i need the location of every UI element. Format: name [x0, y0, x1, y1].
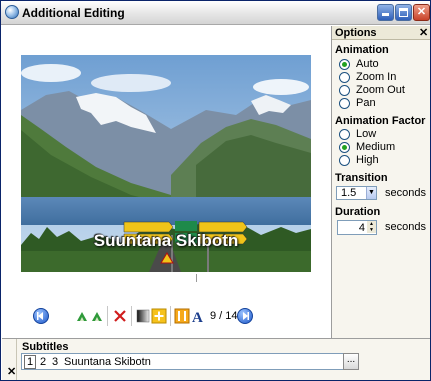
- animation-title: Animation: [335, 44, 389, 56]
- crop-button[interactable]: [174, 308, 190, 324]
- options-title: Options: [335, 27, 377, 39]
- svg-text:A: A: [192, 310, 203, 324]
- delete-icon: [114, 310, 126, 322]
- options-close-icon[interactable]: ✕: [419, 26, 428, 39]
- minimize-icon: [382, 13, 389, 16]
- maximize-icon: [399, 8, 408, 17]
- subtitle-line-1[interactable]: 1: [24, 355, 37, 369]
- radio-icon: [339, 155, 350, 166]
- duration-title: Duration: [335, 206, 381, 218]
- subtitle-line-2[interactable]: 2: [40, 356, 46, 368]
- slide-photo[interactable]: Suuntana Skibotn: [21, 55, 311, 272]
- radio-label: Auto: [356, 58, 379, 70]
- adjust-button[interactable]: [135, 308, 151, 324]
- subtitles-close-icon[interactable]: ✕: [7, 365, 16, 378]
- radio-label: Low: [356, 128, 377, 140]
- subtitle-line-3[interactable]: 3: [52, 356, 58, 368]
- minimize-button[interactable]: [377, 4, 394, 21]
- transition-unit: seconds: [385, 187, 426, 199]
- rotate-right-button[interactable]: [89, 308, 105, 324]
- close-button[interactable]: ✕: [413, 4, 430, 21]
- options-header: Options ✕: [332, 26, 430, 40]
- radio-icon: [339, 72, 350, 83]
- duration-value: 4: [358, 222, 365, 234]
- toolbar-separator: [107, 306, 108, 326]
- radio-label: High: [356, 154, 379, 166]
- preview-area: Suuntana Skibotn A 9 / 14: [2, 26, 330, 338]
- animation-factor-title: Animation Factor: [335, 115, 426, 127]
- previous-slide-button[interactable]: [33, 308, 49, 324]
- radio-label: Pan: [356, 97, 376, 109]
- preview-toolbar: A 9 / 14: [2, 306, 330, 326]
- chevron-down-icon[interactable]: ▼: [366, 187, 376, 199]
- radio-icon: [339, 85, 350, 96]
- rotate-right-icon: [92, 312, 102, 321]
- window-title: Additional Editing: [22, 6, 125, 20]
- maximize-button[interactable]: [395, 4, 412, 21]
- subtitle-input[interactable]: 1 2 3 Suuntana Skibotn: [21, 353, 344, 370]
- slide-counter: 9 / 14: [210, 310, 238, 322]
- radio-selected-icon: [339, 142, 350, 153]
- radio-selected-icon: [339, 59, 350, 70]
- toolbar-separator: [170, 306, 171, 326]
- timeline-marker[interactable]: [196, 274, 197, 282]
- duration-unit: seconds: [385, 221, 426, 233]
- previous-icon: [37, 312, 43, 320]
- toolbar-separator: [131, 306, 132, 326]
- app-icon: [5, 5, 19, 19]
- options-panel: Options ✕ Animation Auto Zoom In Zoom Ou…: [331, 26, 430, 338]
- photo-caption: Suuntana Skibotn: [93, 231, 239, 250]
- radio-label: Zoom Out: [356, 84, 405, 96]
- additional-editing-window: Additional Editing ✕ Suuntana Skibotn A …: [0, 0, 431, 381]
- next-slide-button[interactable]: [237, 308, 253, 324]
- title-bar[interactable]: Additional Editing ✕: [1, 1, 430, 25]
- transition-title: Transition: [335, 172, 388, 184]
- subtitle-text[interactable]: Suuntana Skibotn: [64, 356, 151, 368]
- delete-button[interactable]: [112, 308, 128, 324]
- spin-down-icon[interactable]: ▼: [367, 227, 376, 233]
- add-effect-button[interactable]: [151, 308, 167, 324]
- adjust-icon: [136, 309, 150, 323]
- transition-value: 1.5: [341, 187, 357, 199]
- subtitles-divider: [16, 339, 17, 380]
- radio-label: Medium: [356, 141, 396, 153]
- subtitles-title: Subtitles: [22, 341, 69, 353]
- add-effect-icon: [151, 308, 167, 324]
- transition-select[interactable]: 1.5 ▼: [336, 186, 377, 200]
- subtitle-more-button[interactable]: ...: [343, 353, 359, 370]
- crop-icon: [174, 308, 190, 324]
- radio-label: Zoom In: [356, 71, 397, 83]
- text-icon: A: [192, 310, 203, 326]
- radio-icon: [339, 129, 350, 140]
- subtitles-panel: ✕ Subtitles 1 2 3 Suuntana Skibotn ...: [2, 338, 430, 380]
- duration-spinner[interactable]: 4 ▲ ▼: [337, 220, 377, 235]
- text-button[interactable]: A: [190, 308, 206, 326]
- radio-icon: [339, 98, 350, 109]
- next-icon: [243, 312, 249, 320]
